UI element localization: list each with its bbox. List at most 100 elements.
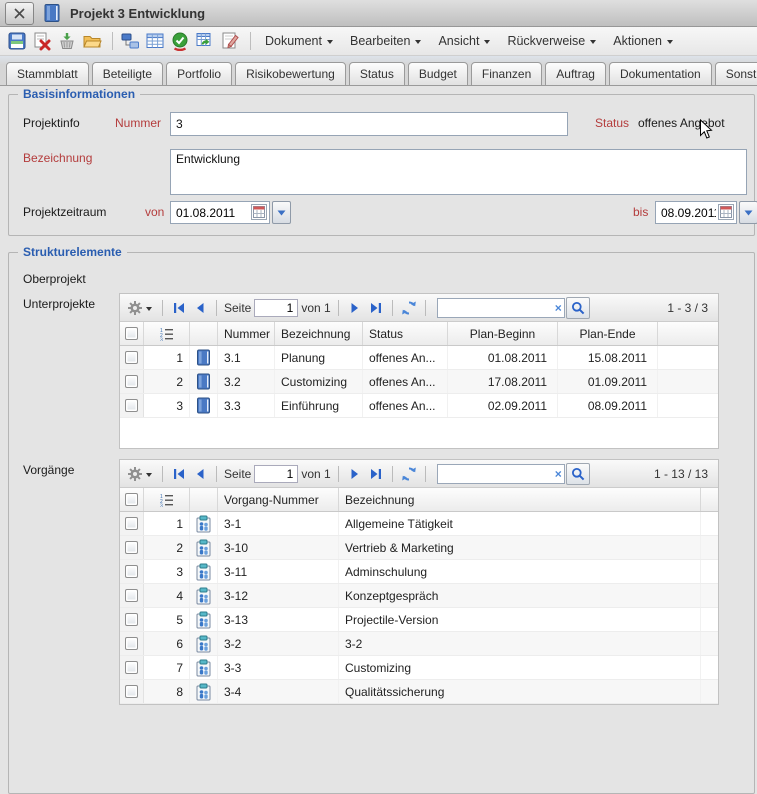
row-checkbox[interactable] <box>120 370 144 393</box>
table-row[interactable]: 6 3-2 3-2 <box>120 632 718 656</box>
project-icon[interactable] <box>190 370 218 393</box>
row-checkbox[interactable] <box>120 536 144 559</box>
row-checkbox[interactable] <box>120 560 144 583</box>
bis-date-dropdown-button[interactable] <box>739 201 757 224</box>
column-header-plan-ende[interactable]: Plan-Ende <box>558 322 658 345</box>
page-number-input[interactable] <box>254 465 298 483</box>
grid-settings-button[interactable] <box>127 300 152 316</box>
tab[interactable]: Status <box>349 62 405 86</box>
search-icon <box>571 467 585 481</box>
first-page-button[interactable] <box>170 465 188 483</box>
last-page-button[interactable] <box>367 465 385 483</box>
page-number-input[interactable] <box>254 299 298 317</box>
refresh-button[interactable] <box>400 465 418 483</box>
column-header-vorgang-nummer[interactable]: Vorgang-Nummer <box>218 488 339 511</box>
tab[interactable]: Budget <box>408 62 468 86</box>
column-header-nummer[interactable]: Nummer <box>218 322 275 345</box>
previous-page-button[interactable] <box>191 299 209 317</box>
project-icon[interactable] <box>190 346 218 369</box>
task-icon[interactable] <box>190 584 218 607</box>
edit-document-icon[interactable] <box>219 30 241 52</box>
row-number-column-header[interactable]: 123 <box>144 322 190 345</box>
tab[interactable]: Sonstiges <box>715 62 757 86</box>
search-button[interactable] <box>566 463 590 485</box>
next-page-button[interactable] <box>346 299 364 317</box>
menu-item[interactable]: Ansicht <box>438 34 490 48</box>
task-icon[interactable] <box>190 536 218 559</box>
menu-item[interactable]: Aktionen <box>613 34 673 48</box>
refresh-button[interactable] <box>400 299 418 317</box>
tab[interactable]: Beteiligte <box>92 62 163 86</box>
close-button[interactable] <box>5 2 34 25</box>
column-header-status[interactable]: Status <box>363 322 448 345</box>
previous-page-button[interactable] <box>191 465 209 483</box>
row-checkbox[interactable] <box>120 608 144 631</box>
hierarchy-icon[interactable] <box>119 30 141 52</box>
cell-trailing <box>701 632 718 655</box>
tab[interactable]: Auftrag <box>545 62 606 86</box>
row-checkbox[interactable] <box>120 346 144 369</box>
row-checkbox[interactable] <box>120 632 144 655</box>
calendar-icon[interactable] <box>251 204 267 220</box>
select-all-checkbox[interactable] <box>120 488 144 511</box>
chevron-down-icon <box>146 473 152 477</box>
table-row[interactable]: 4 3-12 Konzeptgespräch <box>120 584 718 608</box>
table-row[interactable]: 7 3-3 Customizing <box>120 656 718 680</box>
search-button[interactable] <box>566 297 590 319</box>
task-icon[interactable] <box>190 656 218 679</box>
first-page-button[interactable] <box>170 299 188 317</box>
table-row[interactable]: 3 3-11 Adminschulung <box>120 560 718 584</box>
grid-search-input[interactable] <box>437 298 565 318</box>
cell-plan-beginn: 01.08.2011 <box>448 346 558 369</box>
next-page-button[interactable] <box>346 465 364 483</box>
tab[interactable]: Risikobewertung <box>235 62 346 86</box>
tab[interactable]: Portfolio <box>166 62 232 86</box>
tab[interactable]: Finanzen <box>471 62 542 86</box>
table-icon[interactable] <box>144 30 166 52</box>
select-all-checkbox[interactable] <box>120 322 144 345</box>
save-icon[interactable] <box>6 30 28 52</box>
calendar-icon[interactable] <box>718 204 734 220</box>
clear-search-icon[interactable]: × <box>555 467 562 481</box>
cell-trailing <box>701 512 718 535</box>
clear-search-icon[interactable]: × <box>555 301 562 315</box>
task-icon[interactable] <box>190 632 218 655</box>
task-icon[interactable] <box>190 608 218 631</box>
row-checkbox[interactable] <box>120 394 144 417</box>
von-date-dropdown-button[interactable] <box>272 201 291 224</box>
bezeichnung-textarea[interactable]: Entwicklung <box>170 149 747 195</box>
task-icon[interactable] <box>190 560 218 583</box>
table-add-icon[interactable] <box>194 30 216 52</box>
folder-open-icon[interactable] <box>81 30 103 52</box>
nummer-input[interactable] <box>170 112 568 136</box>
row-number-column-header[interactable]: 123 <box>144 488 190 511</box>
menu-item[interactable]: Rückverweise <box>507 34 596 48</box>
table-row[interactable]: 1 3.1 Planung offenes An... 01.08.2011 1… <box>120 346 718 370</box>
cell-bezeichnung: Customizing <box>275 370 363 393</box>
grid-search-input[interactable] <box>437 464 565 484</box>
menu-item[interactable]: Bearbeiten <box>350 34 421 48</box>
basket-download-icon[interactable] <box>56 30 78 52</box>
column-header-plan-beginn[interactable]: Plan-Beginn <box>448 322 558 345</box>
table-row[interactable]: 5 3-13 Projectile-Version <box>120 608 718 632</box>
table-row[interactable]: 1 3-1 Allgemeine Tätigkeit <box>120 512 718 536</box>
check-ok-icon[interactable] <box>169 30 191 52</box>
project-icon[interactable] <box>190 394 218 417</box>
column-header-bezeichnung[interactable]: Bezeichnung <box>275 322 363 345</box>
table-row[interactable]: 8 3-4 Qualitätssicherung <box>120 680 718 704</box>
row-checkbox[interactable] <box>120 512 144 535</box>
menu-item[interactable]: Dokument <box>265 34 333 48</box>
table-row[interactable]: 3 3.3 Einführung offenes An... 02.09.201… <box>120 394 718 418</box>
cell-trailing <box>658 370 718 393</box>
row-checkbox[interactable] <box>120 656 144 679</box>
grid-settings-button[interactable] <box>127 466 152 482</box>
row-checkbox[interactable] <box>120 584 144 607</box>
tab[interactable]: Stammblatt <box>6 62 89 86</box>
column-header-bezeichnung[interactable]: Bezeichnung <box>339 488 701 511</box>
delete-document-icon[interactable] <box>31 30 53 52</box>
task-icon[interactable] <box>190 512 218 535</box>
last-page-button[interactable] <box>367 299 385 317</box>
table-row[interactable]: 2 3-10 Vertrieb & Marketing <box>120 536 718 560</box>
tab[interactable]: Dokumentation <box>609 62 712 86</box>
table-row[interactable]: 2 3.2 Customizing offenes An... 17.08.20… <box>120 370 718 394</box>
